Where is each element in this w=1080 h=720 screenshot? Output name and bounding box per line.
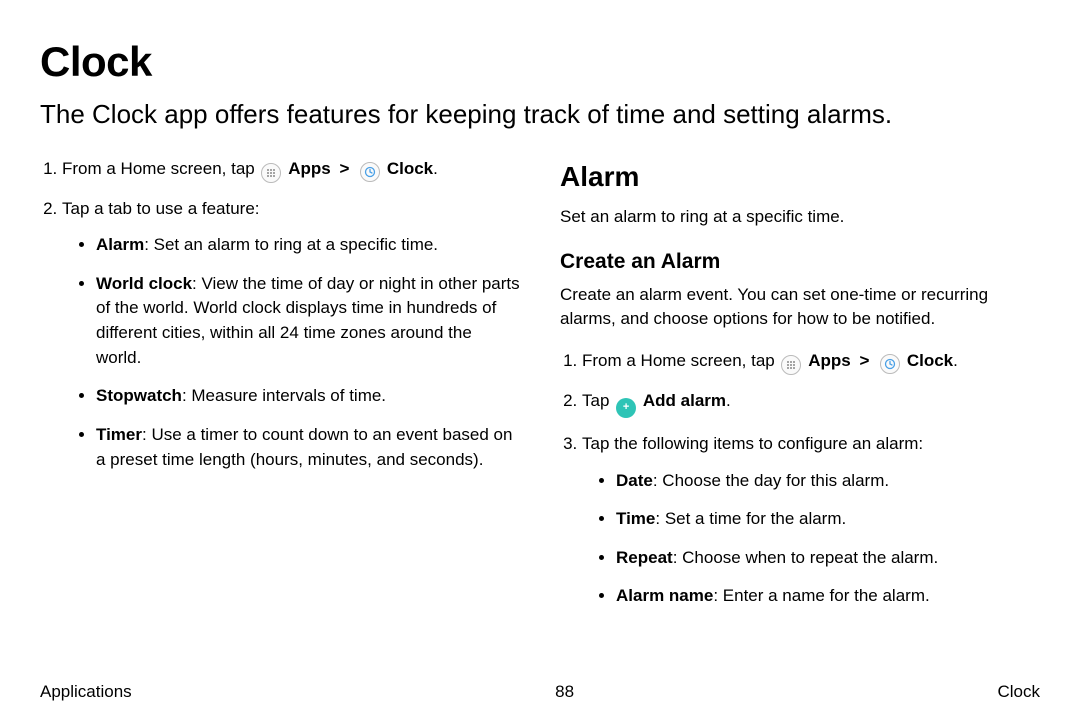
left-step-1: From a Home screen, tap Apps > Clock. bbox=[62, 157, 520, 183]
period: . bbox=[726, 391, 731, 410]
opt-desc: : Set a time for the alarm. bbox=[655, 509, 846, 528]
opt-title: Repeat bbox=[616, 548, 673, 567]
content-columns: From a Home screen, tap Apps > Clock. Ta… bbox=[40, 157, 1040, 624]
right-step-2: Tap + Add alarm. bbox=[582, 389, 1040, 418]
clock-icon bbox=[360, 162, 380, 182]
step1-pre: From a Home screen, tap bbox=[582, 351, 779, 370]
feature-title: Alarm bbox=[96, 235, 144, 254]
opt-title: Date bbox=[616, 471, 653, 490]
opt-desc: : Choose the day for this alarm. bbox=[653, 471, 889, 490]
apps-label: Apps bbox=[808, 351, 851, 370]
breadcrumb-separator: > bbox=[859, 351, 869, 370]
create-alarm-desc: Create an alarm event. You can set one-t… bbox=[560, 283, 1040, 331]
feature-timer: Timer: Use a timer to count down to an e… bbox=[96, 423, 520, 472]
left-column: From a Home screen, tap Apps > Clock. Ta… bbox=[40, 157, 520, 624]
opt-date: Date: Choose the day for this alarm. bbox=[616, 469, 1040, 494]
opt-title: Time bbox=[616, 509, 655, 528]
step2-text: Tap a tab to use a feature: bbox=[62, 199, 260, 218]
breadcrumb-separator: > bbox=[339, 159, 349, 178]
feature-world-clock: World clock: View the time of day or nig… bbox=[96, 272, 520, 371]
page-footer: Applications 88 Clock bbox=[40, 682, 1040, 702]
opt-desc: : Enter a name for the alarm. bbox=[713, 586, 929, 605]
apps-icon bbox=[261, 163, 281, 183]
opt-time: Time: Set a time for the alarm. bbox=[616, 507, 1040, 532]
apps-icon bbox=[781, 355, 801, 375]
footer-topic: Clock bbox=[997, 682, 1040, 702]
intro-text: The Clock app offers features for keepin… bbox=[40, 98, 1040, 131]
alarm-desc: Set an alarm to ring at a specific time. bbox=[560, 205, 1040, 229]
add-alarm-label: Add alarm bbox=[643, 391, 726, 410]
feature-title: World clock bbox=[96, 274, 192, 293]
period: . bbox=[433, 159, 438, 178]
feature-desc: : Measure intervals of time. bbox=[182, 386, 386, 405]
feature-desc: : Use a timer to count down to an event … bbox=[96, 425, 512, 469]
feature-alarm: Alarm: Set an alarm to ring at a specifi… bbox=[96, 233, 520, 258]
right-step-1: From a Home screen, tap Apps > Clock. bbox=[582, 349, 1040, 375]
opt-alarm-name: Alarm name: Enter a name for the alarm. bbox=[616, 584, 1040, 609]
period: . bbox=[953, 351, 958, 370]
right-column: Alarm Set an alarm to ring at a specific… bbox=[560, 157, 1040, 624]
opt-title: Alarm name bbox=[616, 586, 713, 605]
right-step-3: Tap the following items to configure an … bbox=[582, 432, 1040, 609]
section-alarm-heading: Alarm bbox=[560, 157, 1040, 198]
clock-label: Clock bbox=[907, 351, 953, 370]
left-step-2: Tap a tab to use a feature: Alarm: Set a… bbox=[62, 197, 520, 473]
feature-stopwatch: Stopwatch: Measure intervals of time. bbox=[96, 384, 520, 409]
clock-label: Clock bbox=[387, 159, 433, 178]
clock-icon bbox=[880, 354, 900, 374]
apps-label: Apps bbox=[288, 159, 331, 178]
footer-section: Applications bbox=[40, 682, 132, 702]
feature-title: Stopwatch bbox=[96, 386, 182, 405]
page-number: 88 bbox=[555, 682, 574, 702]
feature-desc: : Set an alarm to ring at a specific tim… bbox=[144, 235, 438, 254]
step3-text: Tap the following items to configure an … bbox=[582, 434, 923, 453]
opt-repeat: Repeat: Choose when to repeat the alarm. bbox=[616, 546, 1040, 571]
page-title: Clock bbox=[40, 38, 1040, 86]
step2-pre: Tap bbox=[582, 391, 614, 410]
feature-title: Timer bbox=[96, 425, 142, 444]
subsection-create-alarm: Create an Alarm bbox=[560, 247, 1040, 277]
opt-desc: : Choose when to repeat the alarm. bbox=[673, 548, 939, 567]
step1-pre: From a Home screen, tap bbox=[62, 159, 259, 178]
plus-icon: + bbox=[616, 398, 636, 418]
